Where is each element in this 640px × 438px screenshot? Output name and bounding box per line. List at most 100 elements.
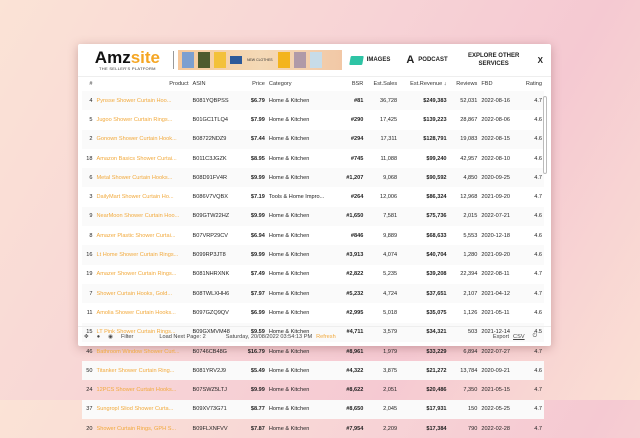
logo-tagline: THE SELLER'S PLATFORM: [99, 66, 156, 71]
scrollbar[interactable]: [543, 96, 547, 174]
cell-est-sales: 7,581: [383, 213, 398, 220]
column-header-est-sales[interactable]: Est.Sales: [365, 77, 399, 91]
timestamp: Saturday, 20/08/2022 03:54:13 PM: [225, 333, 313, 340]
cell-reviews: 790: [467, 425, 478, 432]
column-header-reviews[interactable]: Reviews: [449, 77, 480, 91]
table-row: 37 Sungropl Sliod Shower Curta... B09XV73G…: [82, 399, 544, 420]
cell-bsr: #8,650: [346, 406, 364, 413]
column-header-rating[interactable]: Rating: [519, 77, 544, 91]
cell-rating: 4.7: [534, 406, 542, 413]
cell-rating: 4.6: [534, 213, 542, 220]
move-icon[interactable]: ✥: [84, 334, 89, 340]
cell-product[interactable]: Gonown Shower Curtain Hook...: [95, 130, 191, 149]
cell-category: Home & Kitchen: [268, 387, 310, 394]
cell-product[interactable]: Metal Shower Curtain Hooks...: [95, 168, 191, 187]
divider: [172, 51, 174, 69]
cell-product[interactable]: Amazer Shower Curtain Rings...: [95, 265, 191, 284]
cell-product[interactable]: NearMoon Shower Curtain Hoo...: [95, 207, 191, 226]
cell-asin: B097GZQ9QV: [192, 309, 229, 316]
filter-button[interactable]: Filter: [121, 334, 133, 340]
cell-fbd: 2022-08-16: [481, 97, 510, 104]
images-button[interactable]: IMAGES: [348, 55, 390, 65]
column-header-category[interactable]: Category: [267, 77, 340, 91]
cell-asin: B07SWZ5LTJ: [192, 387, 227, 394]
cell-product[interactable]: Amazer Plastic Shower Curtai...: [95, 226, 191, 245]
column-header-price[interactable]: Price: [241, 77, 267, 91]
column-header-fbd[interactable]: FBD: [479, 77, 519, 91]
cell-est-revenue: $139,223: [423, 116, 447, 123]
cell-category: Home & Kitchen: [268, 406, 310, 413]
cell-fbd: 2021-09-20: [481, 194, 510, 201]
table-row: 11 Amolia Shower Curtain Hooks... B097GZQ9…: [82, 303, 544, 322]
explore-services-button[interactable]: EXPLORE OTHER SERVICES: [464, 52, 524, 68]
cell-fbd: 2020-09-25: [481, 174, 510, 181]
amzsite-logo[interactable]: Amzsite THE SELLER'S PLATFORM: [86, 49, 169, 71]
cell-reviews: 5,553: [463, 232, 478, 239]
cell-reviews: 2,107: [463, 290, 478, 297]
cell-est-revenue: $86,324: [426, 194, 447, 201]
cell-bsr: #4,322: [346, 367, 364, 374]
cell-rank: 11: [86, 309, 93, 316]
podcast-label: PODCAST: [418, 57, 448, 63]
cell-product[interactable]: Pynsse Shower Curtain Hoo...: [95, 91, 191, 110]
table-row: 2 Gonown Shower Curtain Hook... B08722NDZ9…: [82, 129, 544, 149]
cell-fbd: 2020-09-21: [481, 367, 510, 374]
cell-bsr: #745: [350, 155, 364, 162]
cell-est-sales: 3,875: [383, 367, 398, 374]
cell-product[interactable]: Lt Home Shower Curtain Rings...: [95, 245, 191, 264]
cell-price: $7.44: [250, 136, 265, 143]
cell-rating: 4.6: [534, 367, 542, 374]
cell-product[interactable]: Titanker Shower Curtain Ring...: [95, 361, 191, 380]
column-header-product[interactable]: Product: [95, 77, 191, 91]
cell-reviews: 28,867: [460, 116, 478, 123]
info-icon[interactable]: ●: [97, 334, 100, 340]
load-next-page-button[interactable]: Load Next Page: 2: [159, 334, 205, 340]
cell-category: Home & Kitchen: [268, 309, 310, 316]
csv-export-button[interactable]: CSV: [513, 334, 525, 340]
table-row: 5 Jugoo Shower Curtain Rings... B01GC1TLQ4…: [82, 110, 544, 129]
cell-est-revenue: $128,791: [423, 136, 447, 143]
cell-product[interactable]: 12PCS Shower Curtain Hooks...: [95, 380, 191, 399]
cell-rating: 4.6: [534, 116, 542, 123]
cell-rank: 8: [89, 232, 93, 239]
cell-bsr: #2,822: [346, 271, 364, 278]
cell-reviews: 4,850: [463, 174, 478, 181]
eye-icon[interactable]: ◉: [108, 334, 113, 340]
cell-asin: B07VRP29CV: [192, 232, 228, 239]
cell-product[interactable]: Shower Curtain Rings, GPH S...: [95, 419, 191, 438]
cell-asin: B08D91FV4R: [192, 174, 228, 181]
cell-category: Tools & Home Impro...: [268, 194, 325, 201]
cell-est-sales: 11,088: [380, 155, 398, 162]
cell-product[interactable]: DailyMart Shower Curtain Ho...: [95, 187, 191, 206]
cell-product[interactable]: Sungropl Sliod Shower Curta...: [95, 400, 191, 419]
cell-est-sales: 2,045: [383, 406, 398, 413]
cell-product[interactable]: Amazon Basics Shower Curtai...: [95, 149, 191, 168]
cell-rank: 9: [89, 213, 93, 220]
column-header-rank[interactable]: #: [82, 77, 95, 91]
cell-est-revenue: $21,272: [426, 367, 447, 374]
cell-price: $9.99: [250, 174, 265, 181]
products-table: # Product ASIN Price Category BSR Est.Sales Est…: [82, 77, 544, 438]
cell-reviews: 150: [467, 406, 478, 413]
cell-price: $9.99: [250, 387, 265, 394]
cell-asin: B08722NDZ9: [192, 136, 227, 143]
cell-category: Home & Kitchen: [268, 174, 310, 181]
cell-category: Home & Kitchen: [268, 271, 310, 278]
cell-est-revenue: $68,633: [426, 232, 447, 239]
cell-product[interactable]: Jugoo Shower Curtain Rings...: [95, 110, 191, 129]
close-button[interactable]: X: [538, 56, 543, 65]
table-row: 4 Pynsse Shower Curtain Hoo... B081YQBPSS $…: [82, 91, 544, 111]
ad-banner[interactable]: NEW CLOTHES: [177, 50, 342, 70]
podcast-button[interactable]: A PODCAST: [406, 54, 447, 66]
column-header-est-revenue[interactable]: Est.Revenue ↓: [399, 77, 448, 91]
cell-product[interactable]: Amolia Shower Curtain Hooks...: [95, 303, 191, 322]
cell-product[interactable]: Shower Curtain Hooks, Gold...: [95, 284, 191, 303]
cell-reviews: 1,280: [463, 252, 478, 259]
column-header-bsr[interactable]: BSR: [340, 77, 366, 91]
power-icon[interactable]: ⏻: [533, 333, 537, 340]
cell-rating: 4.7: [534, 425, 542, 432]
cell-fbd: 2022-08-11: [481, 271, 510, 278]
cell-rating: 4.7: [534, 97, 542, 104]
refresh-button[interactable]: Refresh: [316, 334, 336, 340]
column-header-asin[interactable]: ASIN: [191, 77, 242, 91]
